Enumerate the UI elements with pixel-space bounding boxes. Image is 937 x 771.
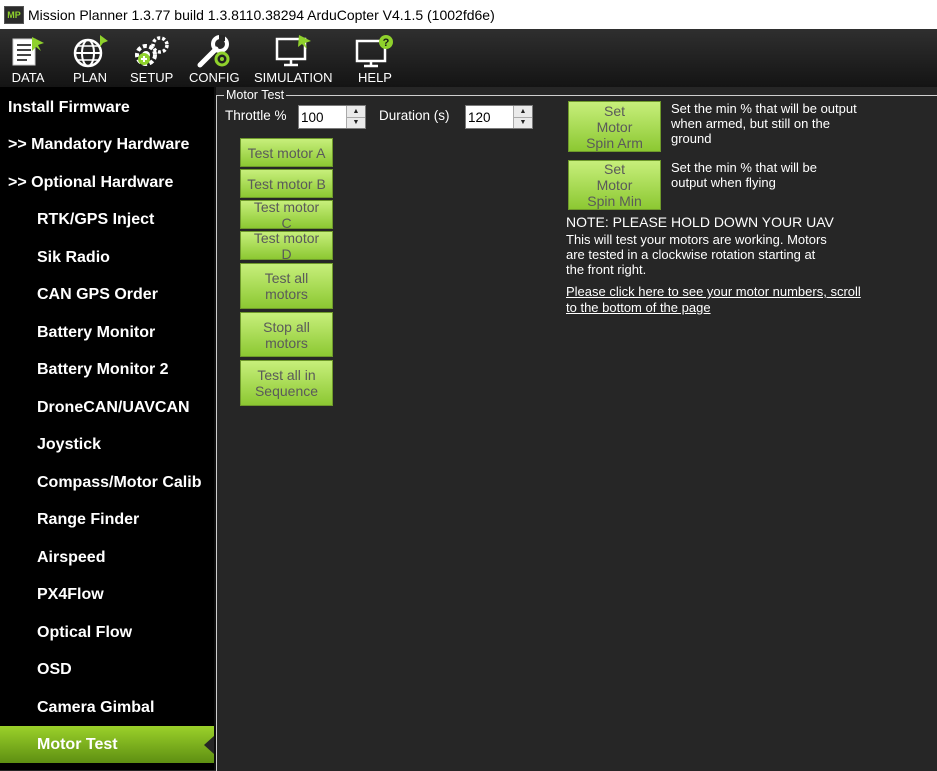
duration-input[interactable] — [466, 106, 513, 128]
sidebar-item-label: CAN GPS Order — [37, 285, 158, 303]
sidebar-item-label: Compass/Motor Calib — [37, 473, 202, 491]
sidebar-item-dronecan-uavcan[interactable]: DroneCAN/UAVCAN — [0, 389, 214, 426]
sidebar-item-sik-radio[interactable]: Sik Radio — [0, 239, 214, 276]
sidebar-item-compass-motor-calib[interactable]: Compass/Motor Calib — [0, 464, 214, 501]
setup-sidebar: Install Firmware >> Mandatory Hardware >… — [0, 87, 214, 770]
sidebar-item-range-finder[interactable]: Range Finder — [0, 501, 214, 538]
toolbar-help-button[interactable]: ? HELP — [355, 33, 395, 85]
sidebar-item-mandatory-hardware[interactable]: >> Mandatory Hardware — [0, 126, 214, 163]
duration-label: Duration (s) — [379, 108, 450, 123]
test-all-in-sequence-button[interactable]: Test all in Sequence — [240, 360, 333, 406]
sidebar-item-label: Battery Monitor — [37, 323, 156, 341]
set-motor-spin-arm-button[interactable]: Set Motor Spin Arm — [568, 101, 661, 152]
main-toolbar: DATA PLAN SETUP CONFIG SIMULATION ? HELP — [0, 29, 937, 87]
sidebar-item-label: RTK/GPS Inject — [37, 210, 155, 228]
sidebar-item-label: Airspeed — [37, 548, 106, 566]
sidebar-item-label: >> Mandatory Hardware — [8, 135, 190, 153]
throttle-spinner[interactable]: ▲ ▼ — [298, 105, 366, 129]
motor-test-panel: Motor Test Throttle % ▲ ▼ Duration (s) ▲… — [216, 87, 937, 771]
toolbar-plan-button[interactable]: PLAN — [70, 33, 110, 85]
motor-test-info: This will test your motors are working. … — [566, 232, 827, 277]
toolbar-simulation-label: SIMULATION — [254, 70, 333, 85]
monitor-plane-icon — [276, 35, 312, 67]
test-motor-c-button[interactable]: Test motor C — [240, 199, 333, 231]
hold-down-warning: NOTE: PLEASE HOLD DOWN YOUR UAV — [566, 214, 834, 230]
sidebar-item-rtk-gps-inject[interactable]: RTK/GPS Inject — [0, 201, 214, 238]
test-motor-a-button[interactable]: Test motor A — [240, 138, 333, 167]
sidebar-item-install-firmware[interactable]: Install Firmware — [0, 89, 214, 126]
svg-text:?: ? — [383, 37, 390, 49]
sidebar-item-label: OSD — [37, 660, 72, 678]
sidebar-item-label: Battery Monitor 2 — [37, 360, 169, 378]
sidebar-item-label: PX4Flow — [37, 585, 104, 603]
toolbar-data-button[interactable]: DATA — [8, 33, 48, 85]
spinner-down-icon[interactable]: ▼ — [347, 116, 365, 129]
sidebar-item-label: Range Finder — [37, 510, 140, 528]
toolbar-config-button[interactable]: CONFIG — [189, 33, 240, 85]
test-motor-b-button[interactable]: Test motor B — [240, 169, 333, 198]
sidebar-item-label: Optical Flow — [37, 623, 133, 641]
sidebar-item-label: Camera Gimbal — [37, 698, 155, 716]
app-icon: MP — [4, 5, 24, 24]
test-motor-d-button[interactable]: Test motor D — [240, 230, 333, 262]
sidebar-item-camera-gimbal[interactable]: Camera Gimbal — [0, 689, 214, 726]
sidebar-item-label: Sik Radio — [37, 248, 110, 266]
globe-icon — [73, 35, 108, 68]
toolbar-simulation-button[interactable]: SIMULATION — [254, 33, 333, 85]
spinner-down-icon[interactable]: ▼ — [514, 116, 532, 129]
duration-spinner-arrows[interactable]: ▲ ▼ — [513, 106, 532, 128]
throttle-input[interactable] — [299, 106, 346, 128]
sidebar-item-optional-hardware[interactable]: >> Optional Hardware — [0, 164, 214, 201]
test-all-motors-button[interactable]: Test all motors — [240, 263, 333, 309]
sidebar-item-optical-flow[interactable]: Optical Flow — [0, 614, 214, 651]
sidebar-item-label: Joystick — [37, 435, 102, 453]
throttle-spinner-arrows[interactable]: ▲ ▼ — [346, 106, 365, 128]
set-motor-spin-min-button[interactable]: Set Motor Spin Min — [568, 160, 661, 210]
stop-all-motors-button[interactable]: Stop all motors — [240, 312, 333, 357]
sidebar-item-label: DroneCAN/UAVCAN — [37, 398, 190, 416]
spin-arm-description: Set the min % that will be output when a… — [671, 101, 857, 146]
data-icon — [12, 37, 44, 66]
sidebar-item-battery-monitor[interactable]: Battery Monitor — [0, 314, 214, 351]
toolbar-data-label: DATA — [11, 70, 45, 85]
monitor-help-icon: ? — [355, 35, 393, 68]
sidebar-item-airspeed[interactable]: Airspeed — [0, 539, 214, 576]
sidebar-item-motor-test[interactable]: Motor Test — [0, 726, 214, 763]
sidebar-item-label: Install Firmware — [8, 98, 130, 116]
groupbox-title: Motor Test — [224, 88, 287, 102]
spinner-up-icon[interactable]: ▲ — [514, 106, 532, 117]
toolbar-help-label: HELP — [358, 70, 392, 85]
title-bar: MP Mission Planner 1.3.77 build 1.3.8110… — [0, 0, 937, 29]
sidebar-item-px4flow[interactable]: PX4Flow — [0, 576, 214, 613]
sidebar-item-label: >> Optional Hardware — [8, 173, 174, 191]
spinner-up-icon[interactable]: ▲ — [347, 106, 365, 117]
sidebar-item-label: Motor Test — [37, 735, 118, 753]
window-title: Mission Planner 1.3.77 build 1.3.8110.38… — [28, 6, 495, 23]
sidebar-item-osd[interactable]: OSD — [0, 651, 214, 688]
selected-indicator-icon — [204, 736, 214, 754]
sidebar-item-battery-monitor-2[interactable]: Battery Monitor 2 — [0, 351, 214, 388]
toolbar-config-label: CONFIG — [189, 70, 240, 85]
sidebar-item-joystick[interactable]: Joystick — [0, 426, 214, 463]
motor-numbers-link[interactable]: Please click here to see your motor numb… — [566, 284, 861, 316]
toolbar-plan-label: PLAN — [73, 70, 107, 85]
toolbar-setup-button[interactable]: SETUP — [130, 33, 173, 85]
toolbar-setup-label: SETUP — [130, 70, 174, 85]
wrench-icon — [197, 35, 230, 68]
duration-spinner[interactable]: ▲ ▼ — [465, 105, 533, 129]
spin-min-description: Set the min % that will be output when f… — [671, 160, 817, 190]
throttle-label: Throttle % — [225, 108, 287, 123]
gears-icon — [134, 36, 169, 66]
sidebar-item-can-gps-order[interactable]: CAN GPS Order — [0, 276, 214, 313]
